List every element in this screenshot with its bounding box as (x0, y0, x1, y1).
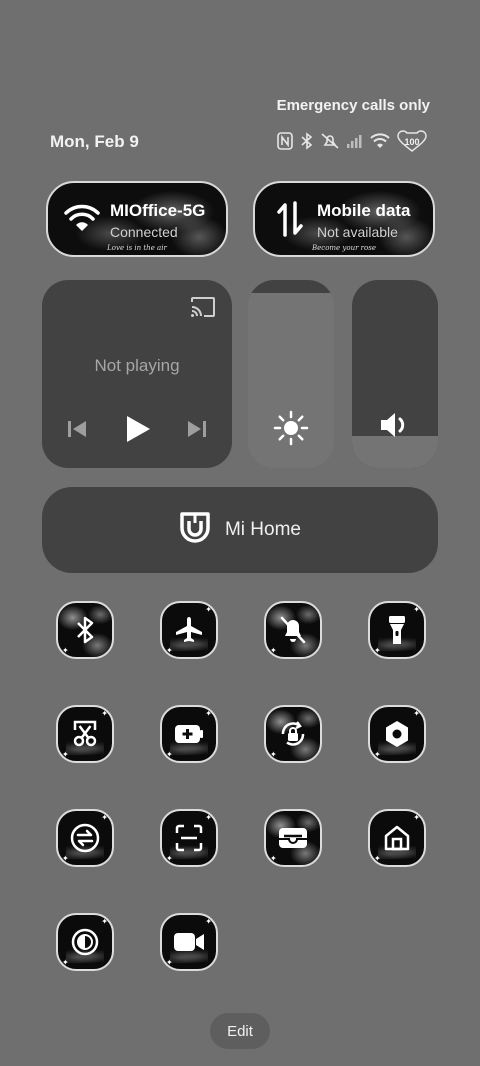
mobile-data-icon (277, 201, 303, 242)
mobile-data-tile[interactable]: Mobile data Not available Become your ro… (253, 181, 435, 257)
bluetooth-icon (300, 132, 314, 150)
mute-toggle[interactable]: ✦ (264, 601, 322, 659)
wifi-status: Connected (110, 224, 178, 240)
scan-icon (175, 824, 203, 852)
mobile-tile-caption: Become your rose (312, 244, 376, 252)
video-icon (174, 933, 204, 951)
status-icons: 100 (276, 130, 428, 152)
wallet-toggle[interactable]: ✦ (264, 809, 322, 867)
mute-icon (320, 132, 340, 150)
cast-icon[interactable] (190, 296, 216, 323)
screenshot-toggle[interactable]: ✦ ✦ (56, 705, 114, 763)
bluetooth-toggle[interactable]: ✦ (56, 601, 114, 659)
home-icon (384, 825, 410, 851)
next-icon[interactable] (186, 418, 208, 445)
wifi-icon (370, 133, 390, 149)
battery-icon: 100 (396, 130, 428, 152)
battery-plus-icon (175, 725, 203, 743)
rotate-lock-icon (281, 721, 305, 746)
settings-icon (386, 721, 408, 747)
emergency-calls-text: Emergency calls only (276, 97, 430, 114)
battery-level: 100 (404, 137, 420, 147)
flashlight-toggle[interactable]: ✦ ✦ (368, 601, 426, 659)
nfc-icon (276, 132, 294, 150)
data-saver-toggle[interactable]: ✦ ✦ (56, 809, 114, 867)
bluetooth-icon (77, 616, 94, 644)
mobile-data-title: Mobile data (317, 201, 411, 220)
brightness-slider[interactable] (248, 280, 334, 468)
home-toggle[interactable]: ✦ ✦ (368, 809, 426, 867)
data-saver-icon (70, 823, 100, 853)
mi-home-label: Mi Home (224, 519, 301, 540)
mobile-data-status: Not available (317, 224, 398, 240)
reading-mode-toggle[interactable]: ✦ ✦ (56, 913, 114, 971)
wifi-tile-caption: Love is in the air (107, 244, 167, 252)
play-icon[interactable] (124, 414, 152, 449)
scanner-toggle[interactable]: ✦ ✦ (160, 809, 218, 867)
flashlight-icon (389, 616, 405, 644)
mi-home-icon (179, 511, 211, 550)
wifi-tile[interactable]: MIOffice-5G Connected Love is in the air (46, 181, 228, 257)
airplane-icon (176, 617, 202, 642)
wifi-icon (64, 203, 100, 238)
settings-toggle[interactable]: ✦ ✦ (368, 705, 426, 763)
date-label[interactable]: Mon, Feb 9 (50, 132, 139, 152)
contrast-icon (71, 928, 99, 956)
sun-icon (248, 410, 334, 446)
edit-button[interactable]: Edit (210, 1013, 270, 1049)
media-player[interactable]: Not playing (42, 280, 232, 468)
signal-icon (346, 134, 364, 148)
wifi-network-name: MIOffice-5G (110, 201, 206, 220)
battery-saver-toggle[interactable]: ✦ ✦ (160, 705, 218, 763)
previous-icon[interactable] (66, 418, 88, 445)
rotation-lock-toggle[interactable]: ✦ (264, 705, 322, 763)
wallet-icon (279, 828, 307, 848)
screen-recorder-toggle[interactable]: ✦ ✦ (160, 913, 218, 971)
bell-off-icon (280, 616, 306, 644)
media-status: Not playing (94, 356, 180, 375)
mi-home-button[interactable]: Mi Home (42, 487, 438, 573)
airplane-toggle[interactable]: ✦ ✦ (160, 601, 218, 659)
volume-slider[interactable] (352, 280, 438, 468)
scissors-icon (73, 720, 97, 747)
speaker-icon (352, 410, 438, 440)
